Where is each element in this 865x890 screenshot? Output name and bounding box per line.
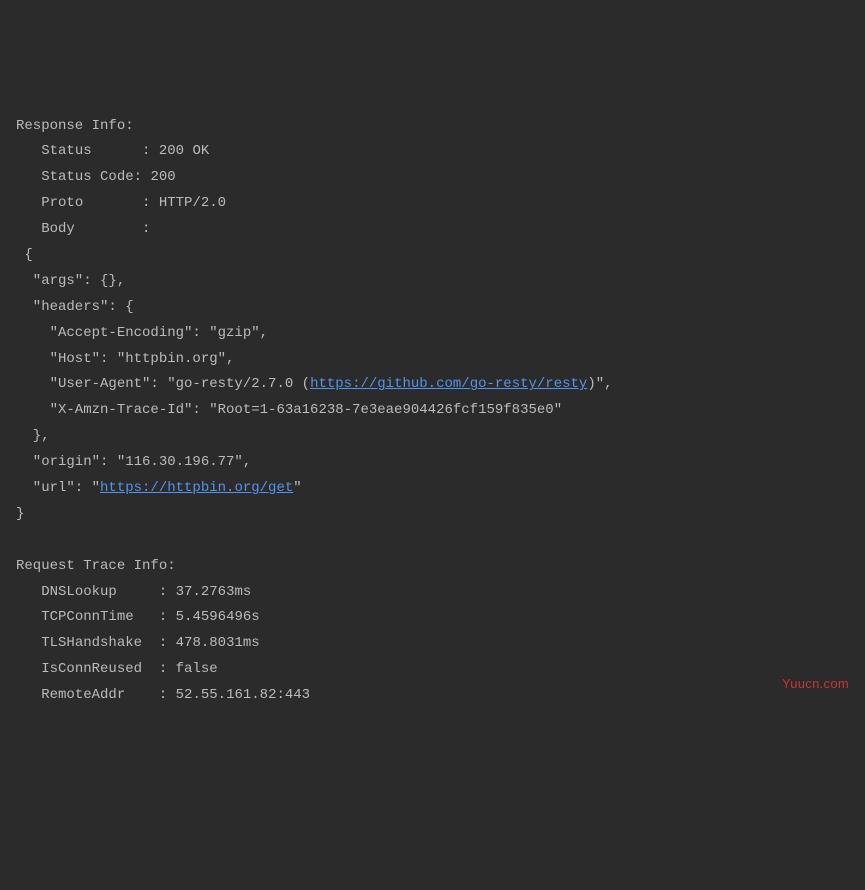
json-url-suffix: " xyxy=(293,480,301,496)
json-close: } xyxy=(16,506,24,522)
json-open: { xyxy=(16,247,33,263)
reused-value: false xyxy=(176,661,218,677)
reused-label: IsConnReused : xyxy=(41,661,167,677)
watermark: Yuucn.com xyxy=(782,672,849,696)
status-value: 200 OK xyxy=(159,143,209,159)
status-label: Status : xyxy=(41,143,150,159)
json-host: "Host": "httpbin.org", xyxy=(16,351,234,367)
remote-label: RemoteAddr : xyxy=(41,687,167,703)
body-label: Body : xyxy=(41,221,150,237)
json-args: "args": {}, xyxy=(16,273,125,289)
tcp-label: TCPConnTime : xyxy=(41,609,167,625)
user-agent-link[interactable]: https://github.com/go-resty/resty xyxy=(310,376,587,392)
trace-header: Request Trace Info: xyxy=(16,558,176,574)
url-link[interactable]: https://httpbin.org/get xyxy=(100,480,293,496)
json-headers-close: }, xyxy=(16,428,50,444)
tls-value: 478.8031ms xyxy=(176,635,260,651)
dns-value: 37.2763ms xyxy=(176,584,252,600)
proto-label: Proto : xyxy=(41,195,150,211)
json-trace-id: "X-Amzn-Trace-Id": "Root=1-63a16238-7e3e… xyxy=(16,402,562,418)
tls-label: TLSHandshake : xyxy=(41,635,167,651)
status-code-value: 200 xyxy=(150,169,175,185)
json-accept-encoding: "Accept-Encoding": "gzip", xyxy=(16,325,268,341)
tcp-value: 5.4596496s xyxy=(176,609,260,625)
json-headers-open: "headers": { xyxy=(16,299,134,315)
dns-label: DNSLookup : xyxy=(41,584,167,600)
response-header: Response Info: xyxy=(16,118,134,134)
remote-value: 52.55.161.82:443 xyxy=(176,687,310,703)
status-code-label: Status Code: xyxy=(41,169,142,185)
json-user-agent-suffix: )", xyxy=(587,376,612,392)
json-url-prefix: "url": " xyxy=(16,480,100,496)
terminal-output: Response Info: Status : 200 OK Status Co… xyxy=(16,114,849,709)
json-user-agent-prefix: "User-Agent": "go-resty/2.7.0 ( xyxy=(16,376,310,392)
proto-value: HTTP/2.0 xyxy=(159,195,226,211)
json-origin: "origin": "116.30.196.77", xyxy=(16,454,251,470)
